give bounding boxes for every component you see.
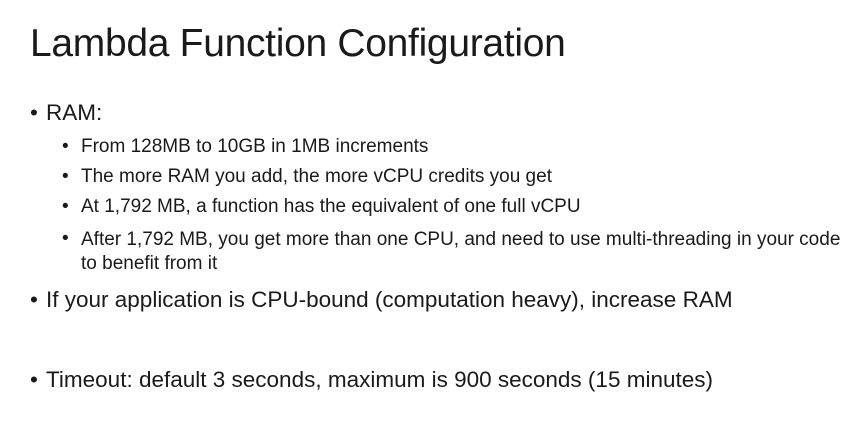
ram-sub-item: • At 1,792 MB, a function has the equiva…	[62, 196, 581, 218]
ram-sub-item-text: At 1,792 MB, a function has the equivale…	[81, 196, 581, 217]
timeout-label: Timeout:	[46, 367, 133, 392]
slide: Lambda Function Configuration • RAM: • F…	[0, 0, 850, 438]
ram-label: RAM:	[46, 100, 103, 125]
ram-sub-item: • After 1,792 MB, you get more than one …	[62, 228, 841, 276]
bullet-dot: •	[62, 228, 69, 249]
ram-sub-item: • The more RAM you add, the more vCPU cr…	[62, 166, 552, 188]
bullet-dot: •	[30, 100, 38, 125]
bullet-ram: • RAM:	[30, 100, 102, 126]
ram-sub-item-text: From 128MB to 10GB in 1MB increments	[81, 136, 429, 157]
ram-sub-item-text: After 1,792 MB, you get more than one CP…	[81, 229, 841, 274]
timeout-text: default 3 seconds, maximum is 900 second…	[132, 367, 713, 392]
bullet-dot: •	[62, 196, 69, 217]
bullet-dot: •	[62, 166, 69, 187]
timeout-line: Timeout: default 3 seconds, maximum is 9…	[46, 367, 713, 393]
bullet-dot: •	[62, 136, 69, 157]
ram-sub-item: • From 128MB to 10GB in 1MB increments	[62, 136, 428, 158]
cpu-bound-text: If your application is CPU-bound (comput…	[46, 287, 733, 312]
bullet-dot: •	[30, 287, 38, 312]
bullet-timeout: • Timeout: default 3 seconds, maximum is…	[30, 367, 713, 393]
slide-title: Lambda Function Configuration	[30, 22, 566, 65]
bullet-cpu-bound: • If your application is CPU-bound (comp…	[30, 287, 733, 313]
bullet-dot: •	[30, 367, 38, 392]
ram-sub-item-text: The more RAM you add, the more vCPU cred…	[81, 166, 552, 187]
